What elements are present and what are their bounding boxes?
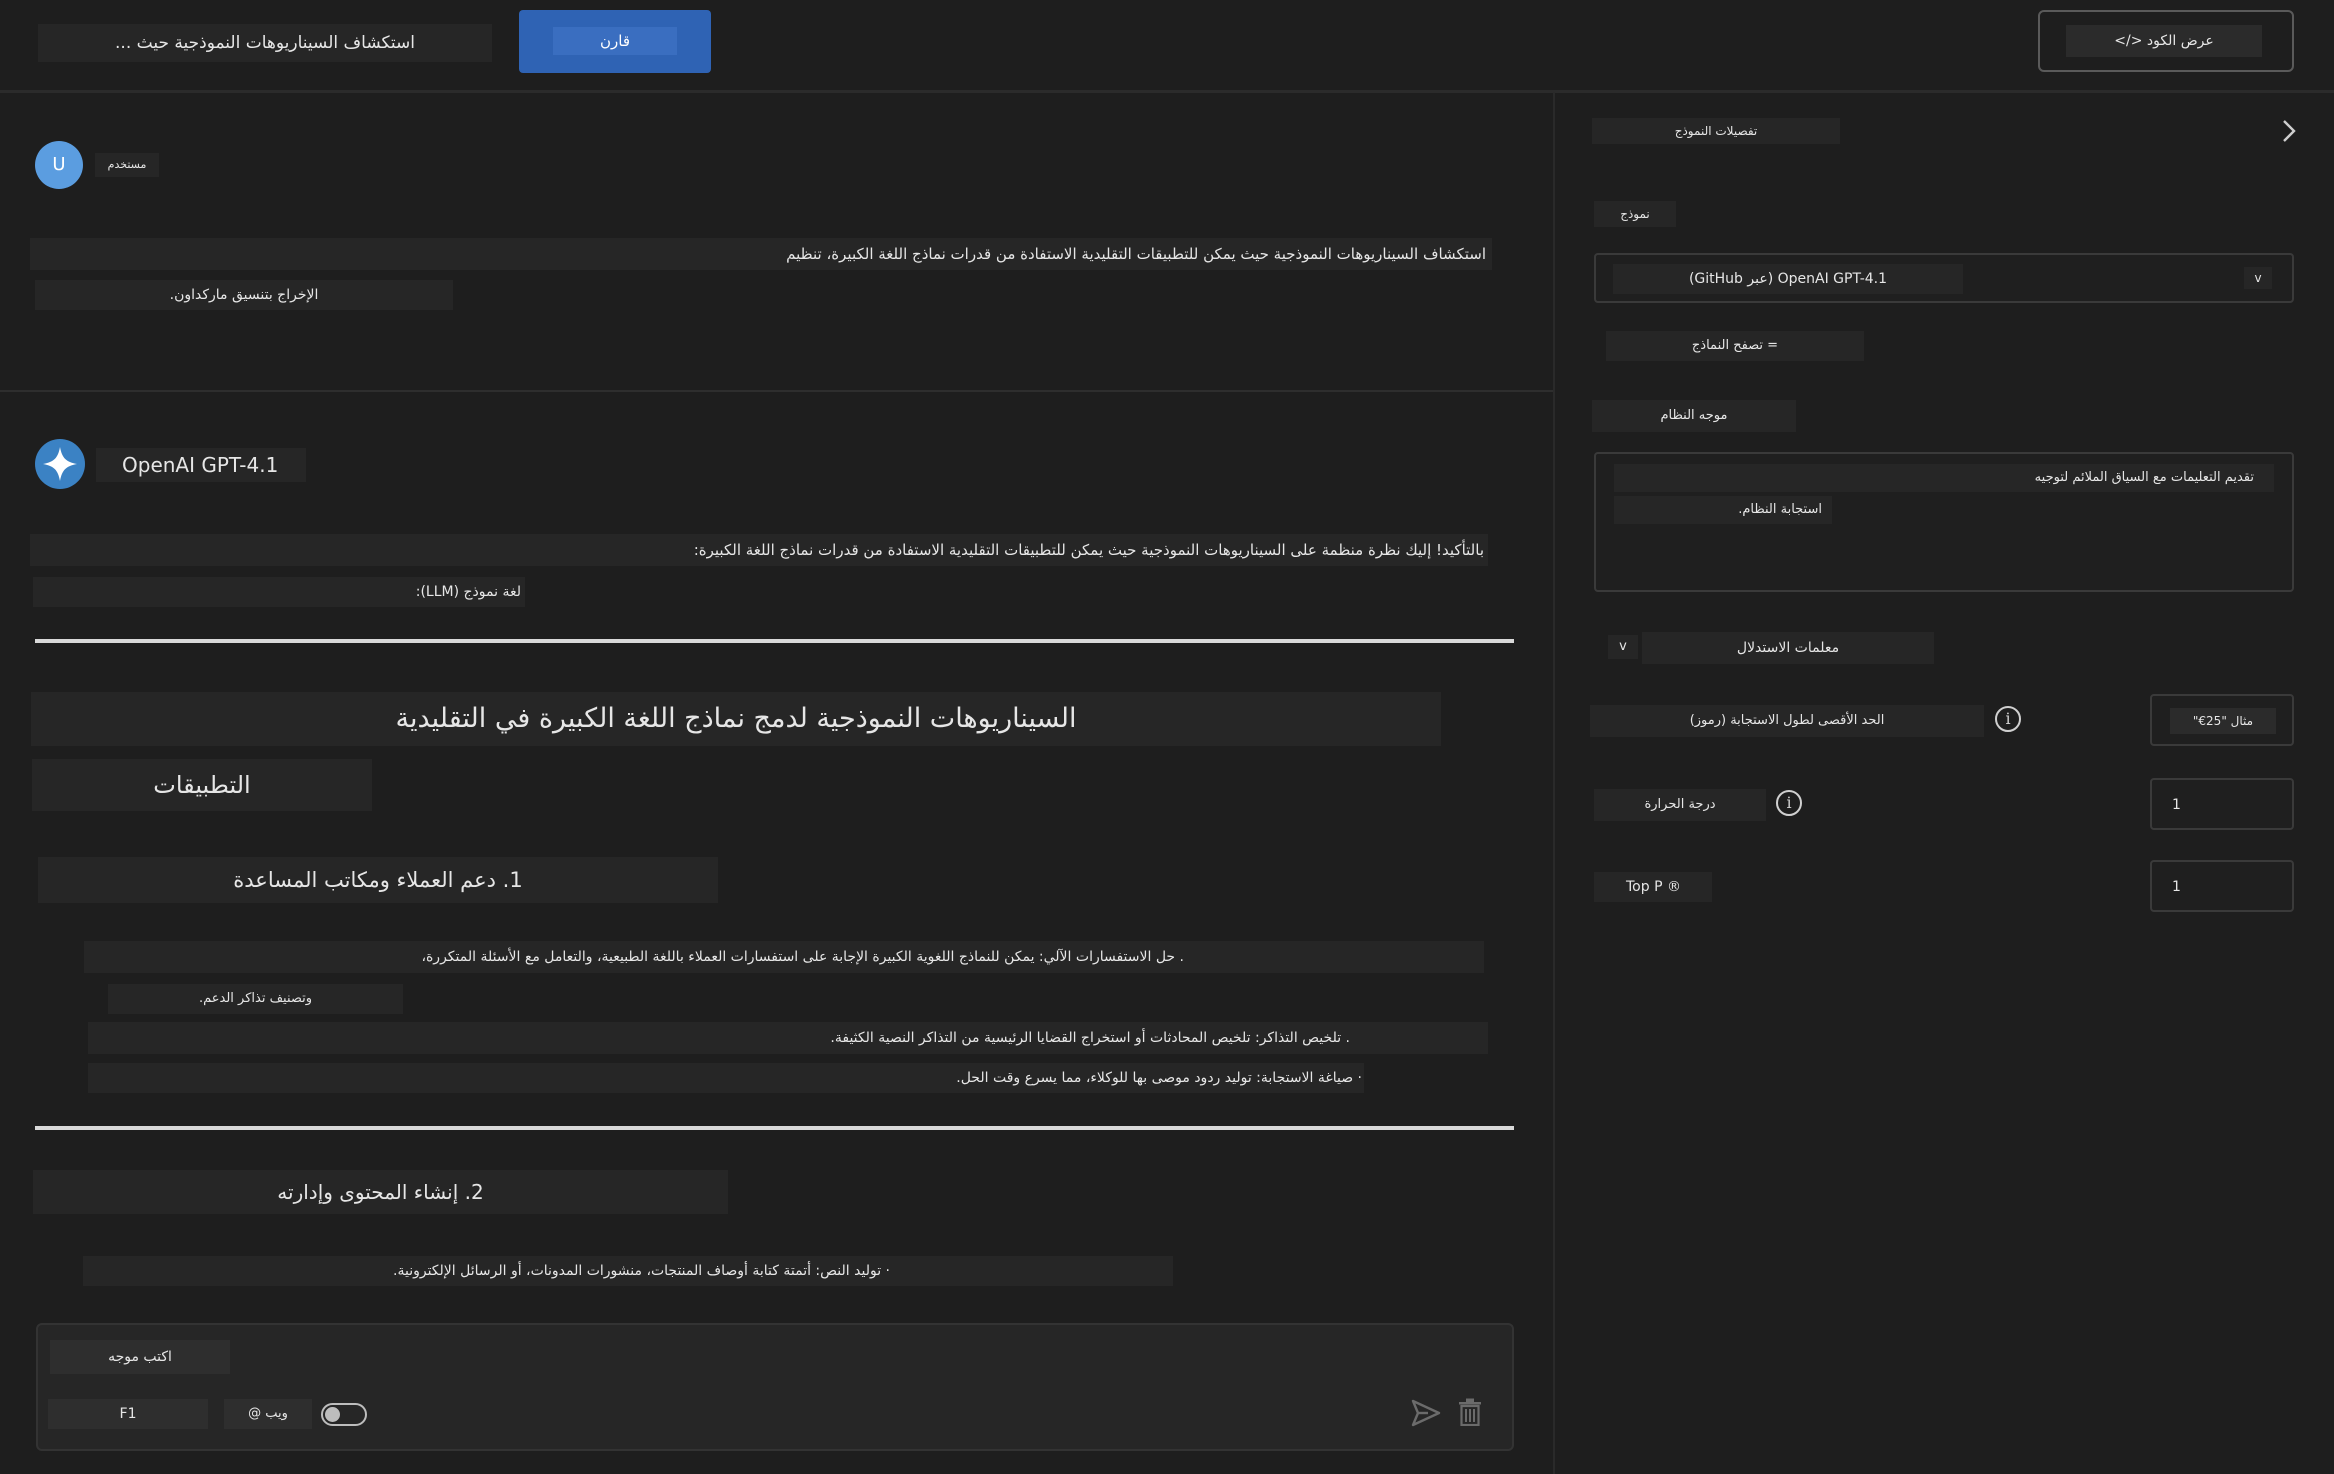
user-avatar: U xyxy=(35,141,83,189)
max-tokens-label: الحد الأقصى لطول الاستجابة (رموز) xyxy=(1590,705,1984,737)
section-1-item-2: . تلخيص التذاكر: تلخيص المحادثات أو استخ… xyxy=(88,1022,1488,1054)
section-1-item-1-line-2: وتصنيف تذاكر الدعم. xyxy=(108,984,403,1014)
max-tokens-placeholder: مثال "25€" xyxy=(2170,708,2276,734)
shortcut-label: F1 xyxy=(48,1399,208,1429)
browse-models-button[interactable]: = تصفح النماذج xyxy=(1606,331,1864,361)
view-code-label: </> عرض الكود xyxy=(2066,25,2262,57)
prompt-placeholder: اكتب موجه xyxy=(50,1340,230,1374)
top-p-label: Top P ® xyxy=(1594,872,1712,902)
system-prompt-textarea[interactable]: تقديم التعليمات مع السياق الملائم لتوجيه… xyxy=(1594,452,2294,592)
info-icon-temperature[interactable]: i xyxy=(1776,790,1802,816)
message-separator xyxy=(0,390,1553,392)
assistant-intro-line-1: بالتأكيد! إليك نظرة منظمة على السيناريوه… xyxy=(30,534,1488,566)
inference-params-label: معلمات الاستدلال xyxy=(1642,632,1934,664)
prompt-title: استكشاف السيناريوهات النموذجية حيث ... xyxy=(38,24,492,62)
compare-button[interactable]: قارن xyxy=(519,10,711,73)
response-heading-line-1: السيناريوهات النموذجية لدمج نماذج اللغة … xyxy=(31,692,1441,746)
horizontal-rule-2 xyxy=(35,1126,1514,1130)
temperature-label: درجة الحرارة xyxy=(1594,789,1766,821)
model-select[interactable]: OpenAI GPT-4.1 (عبر GitHub) v xyxy=(1594,253,2294,303)
sparkle-icon xyxy=(43,447,77,481)
chevron-down-icon: v xyxy=(2244,267,2272,289)
response-heading-line-2: التطبيقات xyxy=(32,759,372,811)
max-tokens-input[interactable]: مثال "25€" xyxy=(2150,694,2294,746)
toggle-knob xyxy=(325,1407,340,1422)
temperature-value: 1 xyxy=(2172,797,2181,813)
view-code-button[interactable]: </> عرض الكود xyxy=(2038,10,2294,72)
compare-button-label: قارن xyxy=(553,27,677,55)
user-message-line-2: الإخراج بتنسيق ماركداون. xyxy=(35,280,453,310)
inference-toggle-icon[interactable]: v xyxy=(1608,635,1638,659)
info-icon[interactable]: i xyxy=(1995,706,2021,732)
assistant-intro-line-2: لغة نموذج (LLM): xyxy=(33,577,525,607)
section-1-item-1-line-1: . حل الاستفسارات الآلي: يمكن للنماذج الل… xyxy=(84,941,1484,973)
panel-divider xyxy=(1553,92,1555,1474)
prompt-input[interactable]: اكتب موجه xyxy=(50,1340,1490,1374)
model-select-value: OpenAI GPT-4.1 (عبر GitHub) xyxy=(1613,264,1963,294)
chevron-right-icon[interactable] xyxy=(2280,118,2298,144)
web-search-label: @ ويب xyxy=(224,1399,312,1429)
send-icon[interactable] xyxy=(1411,1399,1441,1427)
assistant-avatar xyxy=(35,439,85,489)
top-p-input[interactable]: 1 xyxy=(2150,860,2294,912)
horizontal-rule xyxy=(35,639,1514,643)
system-prompt-label: موجه النظام xyxy=(1592,400,1796,432)
top-p-value: 1 xyxy=(2172,879,2181,895)
model-label: نموذج xyxy=(1594,201,1676,227)
temperature-input[interactable]: 1 xyxy=(2150,778,2294,830)
section-1-title: 1. دعم العملاء ومكاتب المساعدة xyxy=(38,857,718,903)
section-1-item-3: · صياغة الاستجابة: توليد ردود موصى بها ل… xyxy=(88,1063,1364,1093)
system-prompt-line-1: تقديم التعليمات مع السياق الملائم لتوجيه xyxy=(1614,464,2274,492)
web-search-toggle[interactable] xyxy=(321,1403,367,1426)
assistant-model-name: OpenAI GPT-4.1 xyxy=(96,448,306,482)
section-2-title: 2. إنشاء المحتوى وإدارته xyxy=(33,1170,728,1214)
user-role-label: مستخدم xyxy=(95,153,159,177)
system-prompt-line-2: استجابة النظام. xyxy=(1614,496,1832,524)
user-message-line-1: استكشاف السيناريوهات النموذجية حيث يمكن … xyxy=(30,238,1492,270)
model-details-title: تفصيلات النموذج xyxy=(1592,118,1840,144)
section-2-item-1: · توليد النص: أتمتة كتابة أوصاف المنتجات… xyxy=(83,1256,1173,1286)
trash-icon[interactable] xyxy=(1458,1398,1482,1426)
